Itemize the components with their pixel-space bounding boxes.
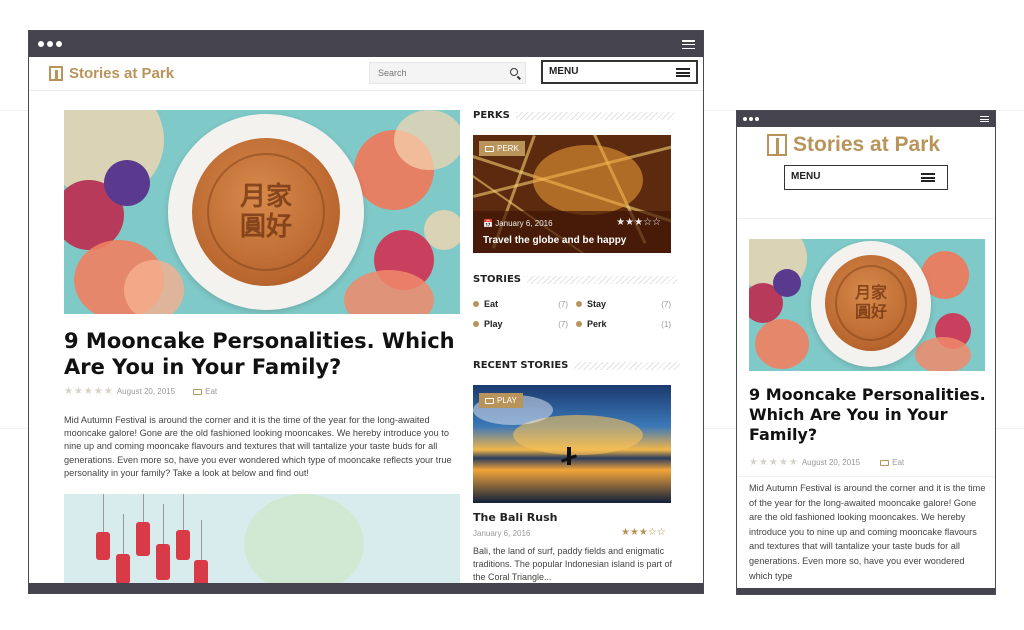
mobile-article-category[interactable]: Eat <box>880 458 904 467</box>
window-dots-icon <box>38 41 62 47</box>
desktop-browser-window: Stories at Park MENU 月家圓好 9 Mooncake Per… <box>28 30 704 594</box>
mobile-article-hero-image[interactable]: 月家圓好 <box>749 239 985 371</box>
stories-heading: STORIES <box>473 274 677 285</box>
menu-label: MENU <box>549 66 579 77</box>
perk-rating-stars: ★★★☆☆ <box>616 217 661 228</box>
article-date: August 20, 2015 <box>116 387 176 396</box>
recent-stories-heading: RECENT STORIES <box>473 360 681 371</box>
browser-menu-icon[interactable] <box>682 40 695 49</box>
perk-card[interactable]: PERK 📅 January 6, 2016 ★★★☆☆ Travel the … <box>473 135 671 253</box>
folder-icon <box>880 459 890 466</box>
mobile-site-logo[interactable]: Stories at Park <box>767 133 940 157</box>
article-category[interactable]: Eat <box>193 387 217 396</box>
article-hero-image[interactable]: 月家圓好 <box>64 110 460 314</box>
perk-title[interactable]: Travel the globe and be happy <box>483 235 626 246</box>
site-header: Stories at Park MENU <box>29 57 703 91</box>
mobile-article-meta: ★★★★★ August 20, 2015 Eat <box>749 457 904 468</box>
mobile-article-title[interactable]: 9 Mooncake Personalities. Which Are You … <box>749 385 989 445</box>
mooncake-characters: 月家圓好 <box>854 283 887 321</box>
mobile-brand-name: Stories at Park <box>793 133 941 156</box>
perk-badge-label: PERK <box>497 144 519 153</box>
mobile-bottom-bar <box>737 588 995 594</box>
menu-button[interactable]: MENU <box>541 60 698 84</box>
folder-icon <box>485 145 494 152</box>
site-logo[interactable]: Stories at Park <box>49 65 174 82</box>
play-badge[interactable]: PLAY <box>479 393 523 408</box>
mobile-chrome-bar <box>737 111 995 127</box>
rating-stars: ★★★★★ <box>64 386 114 397</box>
folder-icon <box>193 388 203 395</box>
category-stay[interactable]: Stay (7) <box>576 299 671 309</box>
article-meta: ★★★★★ August 20, 2015 Eat <box>64 386 217 397</box>
recent-story-date: January 6, 2016 <box>473 529 531 538</box>
category-label: Eat <box>892 458 905 467</box>
play-badge-label: PLAY <box>497 396 517 405</box>
browser-menu-icon[interactable] <box>980 116 989 122</box>
mobile-article-date: August 20, 2015 <box>801 458 861 467</box>
window-dots-icon <box>743 117 759 121</box>
perk-badge[interactable]: PERK <box>479 141 525 156</box>
mobile-article-excerpt: Mid Autumn Festival is around the corner… <box>749 483 986 581</box>
bali-story-image[interactable]: PLAY <box>473 385 671 503</box>
search-icon[interactable] <box>510 68 518 76</box>
category-play[interactable]: Play (7) <box>473 319 568 329</box>
brand-name: Stories at Park <box>69 65 175 82</box>
category-label: Eat <box>205 387 218 396</box>
hamburger-icon <box>676 68 690 77</box>
recent-story-stars: ★★★☆☆ <box>621 527 666 538</box>
second-article-image[interactable] <box>64 494 460 593</box>
mobile-menu-button[interactable]: MENU <box>784 165 948 190</box>
mooncake-characters: 月家圓好 <box>239 182 292 242</box>
folder-icon <box>485 397 494 404</box>
logo-mark-icon <box>767 134 787 156</box>
mobile-browser-window: Stories at Park MENU 月家圓好 9 Mooncake Per… <box>736 110 996 595</box>
recent-story-title[interactable]: The Bali Rush <box>473 511 557 524</box>
category-perk[interactable]: Perk (1) <box>576 319 671 329</box>
category-eat[interactable]: Eat (7) <box>473 299 568 309</box>
mobile-menu-label: MENU <box>791 171 821 182</box>
hamburger-icon <box>921 173 935 182</box>
article-excerpt: Mid Autumn Festival is around the corner… <box>64 415 452 478</box>
rating-stars: ★★★★★ <box>749 457 799 468</box>
desktop-bottom-bar <box>29 583 703 593</box>
search-input[interactable] <box>370 63 500 83</box>
article-title[interactable]: 9 Mooncake Personalities. Which Are You … <box>64 328 464 380</box>
perks-heading: PERKS <box>473 110 674 121</box>
perk-date: 📅 January 6, 2016 <box>483 219 553 228</box>
recent-story-excerpt: Bali, the land of surf, paddy fields and… <box>473 546 672 582</box>
search-box <box>369 62 526 84</box>
browser-chrome-bar <box>29 31 703 57</box>
logo-mark-icon <box>49 66 63 81</box>
